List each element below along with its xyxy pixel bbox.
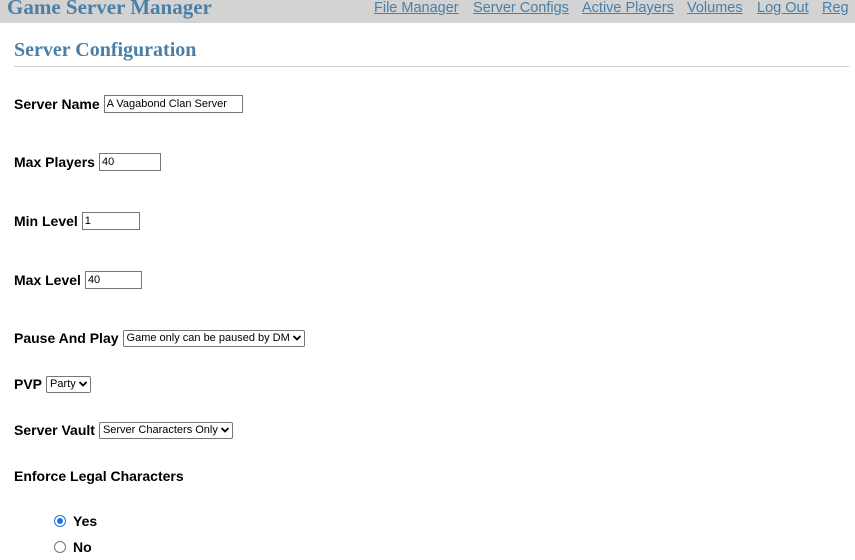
nav-file-manager[interactable]: File Manager bbox=[374, 0, 459, 16]
max-level-label: Max Level bbox=[14, 272, 81, 288]
min-level-input[interactable] bbox=[81, 212, 140, 230]
app-title: Game Server Manager bbox=[7, 0, 212, 19]
page-title: Server Configuration bbox=[14, 39, 197, 61]
pause-and-play-row: Pause And Play Game only can be paused b… bbox=[14, 328, 305, 348]
enforce-legal-no-option[interactable]: No bbox=[54, 538, 92, 556]
nav-register[interactable]: Reg bbox=[822, 0, 849, 16]
nav-server-configs[interactable]: Server Configs bbox=[473, 0, 569, 16]
nav-volumes[interactable]: Volumes bbox=[687, 0, 743, 16]
chevron-down-icon bbox=[292, 335, 301, 341]
pvp-label: PVP bbox=[14, 376, 43, 392]
enforce-legal-no-radio[interactable] bbox=[54, 541, 66, 553]
server-name-input[interactable] bbox=[103, 95, 243, 113]
top-bar: Game Server Manager File Manager Server … bbox=[0, 0, 855, 23]
pause-and-play-selected: Game only can be paused by DM bbox=[126, 332, 290, 344]
enforce-legal-no-label: No bbox=[73, 539, 92, 555]
server-name-row: Server Name bbox=[14, 94, 243, 114]
max-players-input[interactable] bbox=[98, 153, 161, 171]
server-vault-selected: Server Characters Only bbox=[102, 424, 218, 436]
max-level-row: Max Level bbox=[14, 270, 142, 290]
pvp-select[interactable]: Party bbox=[46, 375, 91, 393]
enforce-legal-yes-radio[interactable] bbox=[54, 515, 66, 527]
pause-and-play-select[interactable]: Game only can be paused by DM bbox=[122, 329, 305, 347]
max-level-input[interactable] bbox=[84, 271, 142, 289]
server-vault-label: Server Vault bbox=[14, 422, 95, 438]
nav-log-out[interactable]: Log Out bbox=[757, 0, 809, 16]
min-level-label: Min Level bbox=[14, 213, 78, 229]
pvp-row: PVP Party bbox=[14, 374, 91, 394]
server-vault-select[interactable]: Server Characters Only bbox=[98, 421, 233, 439]
pause-and-play-label: Pause And Play bbox=[14, 330, 119, 346]
max-players-label: Max Players bbox=[14, 154, 95, 170]
chevron-down-icon bbox=[220, 427, 230, 433]
nav-active-players[interactable]: Active Players bbox=[582, 0, 674, 16]
server-name-label: Server Name bbox=[14, 96, 100, 112]
max-players-row: Max Players bbox=[14, 152, 161, 172]
server-vault-row: Server Vault Server Characters Only bbox=[14, 420, 233, 440]
enforce-legal-yes-option[interactable]: Yes bbox=[54, 512, 97, 530]
title-divider bbox=[14, 66, 849, 67]
pvp-selected: Party bbox=[50, 378, 76, 390]
enforce-legal-label: Enforce Legal Characters bbox=[14, 468, 184, 484]
enforce-legal-yes-label: Yes bbox=[73, 513, 98, 529]
min-level-row: Min Level bbox=[14, 211, 140, 231]
chevron-down-icon bbox=[78, 381, 87, 387]
